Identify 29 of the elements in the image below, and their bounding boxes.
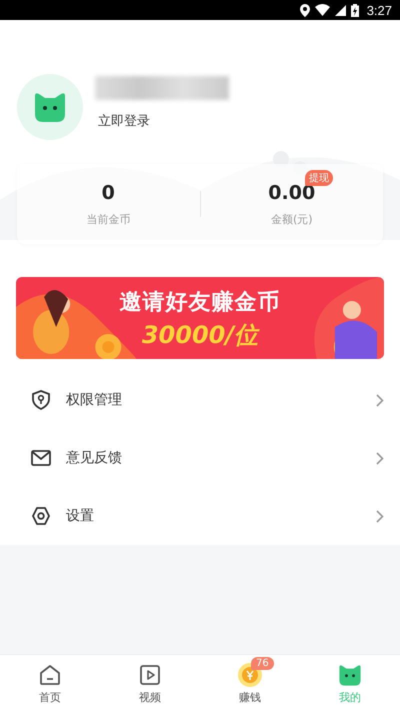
battery-icon xyxy=(350,4,359,16)
chevron-icon xyxy=(376,452,384,464)
tab[interactable]: 首页 xyxy=(0,655,100,711)
settings-icon xyxy=(31,506,51,526)
shield-key-icon xyxy=(31,390,51,410)
menu-item[interactable]: 设置 xyxy=(0,487,400,545)
cat-face-icon xyxy=(33,92,67,122)
menu-item[interactable]: 权限管理 xyxy=(0,371,400,429)
banner-amount: 30000/位 xyxy=(142,320,258,351)
stat-label: 当前金币 xyxy=(86,212,130,226)
stat-value: 0 xyxy=(102,182,115,204)
login-link[interactable]: 立即登录 xyxy=(95,112,229,130)
invite-banner[interactable]: 邀请好友赚金币 30000/位 xyxy=(16,277,384,359)
count-badge: 76 xyxy=(251,656,274,670)
location-icon xyxy=(300,4,310,16)
cat-face-icon xyxy=(338,664,362,686)
home-icon xyxy=(39,664,61,686)
status-time: 3:27 xyxy=(366,2,392,18)
mail-icon xyxy=(31,450,51,466)
signal-icon xyxy=(334,4,346,16)
tab[interactable]: 76 赚钱 xyxy=(200,655,300,711)
chevron-icon xyxy=(376,510,384,522)
video-icon xyxy=(139,664,161,686)
banner-title: 邀请好友赚金币 xyxy=(120,288,280,317)
stat-label: 金额(元) xyxy=(270,212,313,226)
chevron-icon xyxy=(376,394,384,406)
wifi-icon xyxy=(314,4,330,16)
menu-item[interactable]: 意见反馈 xyxy=(0,429,400,487)
tab[interactable]: 视频 xyxy=(100,655,200,711)
